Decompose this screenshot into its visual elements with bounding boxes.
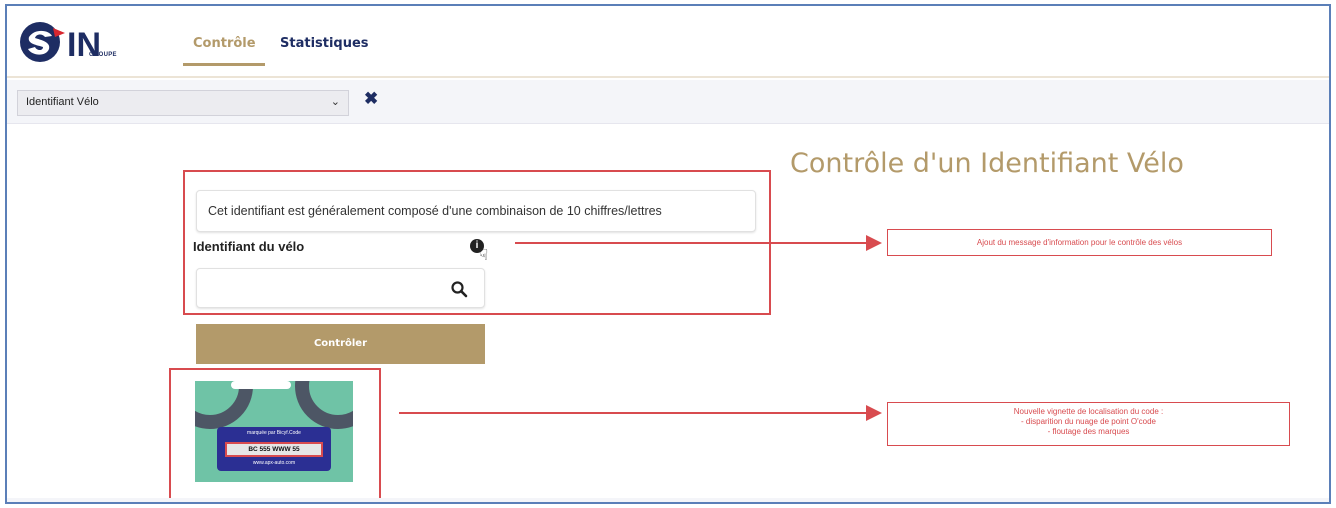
- note-line: - disparition du nuage de point O'code: [1021, 417, 1156, 426]
- note-line: Nouvelle vignette de localisation du cod…: [1013, 407, 1164, 416]
- footer-strip: [7, 498, 1329, 502]
- annotation-note-thumbnail: Nouvelle vignette de localisation du cod…: [887, 402, 1290, 446]
- annotation-note-info: Ajout du message d'information pour le c…: [887, 229, 1272, 256]
- app-window: IN GROUPE Contrôle Statistiques Identifi…: [5, 4, 1331, 504]
- note-line: - floutage des marques: [1047, 427, 1130, 436]
